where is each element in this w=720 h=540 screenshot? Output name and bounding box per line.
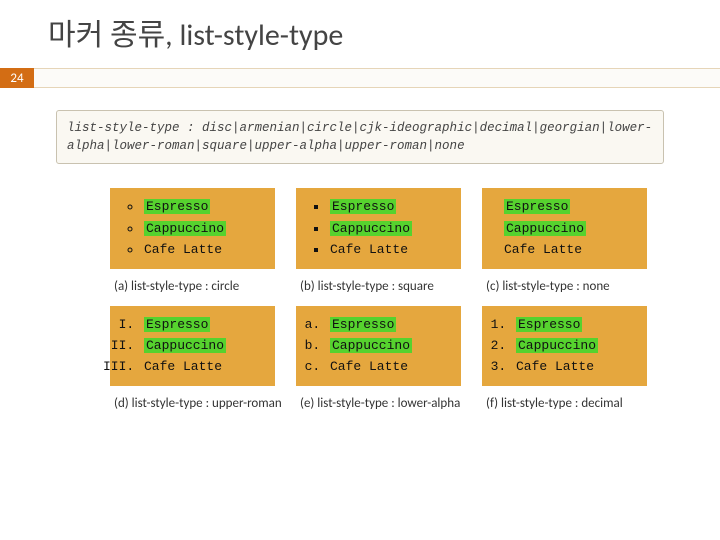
- page-number-badge: 24: [0, 68, 34, 88]
- examples-grid: Espresso Cappuccino Cafe Latte Espresso …: [0, 188, 720, 411]
- list-item: Cafe Latte: [514, 356, 637, 377]
- list-item: Cafe Latte: [328, 239, 451, 260]
- list-item: Cappuccino: [142, 218, 265, 239]
- list-item: Espresso: [328, 196, 451, 217]
- caption-d: (d) list-style-type : upper-roman: [110, 396, 290, 411]
- list-item: Cappuccino: [328, 218, 451, 239]
- caption-a: (a) list-style-type : circle: [110, 279, 290, 294]
- list-item: Espresso: [502, 196, 637, 217]
- page-number-bar: 24: [0, 68, 720, 88]
- caption-c: (c) list-style-type : none: [482, 279, 662, 294]
- slide-title: 마커 종류, list-style-type: [0, 0, 720, 68]
- example-card-square: Espresso Cappuccino Cafe Latte: [296, 188, 461, 268]
- list-item: Espresso: [514, 314, 637, 335]
- example-card-upper-roman: Espresso Cappuccino Cafe Latte: [110, 306, 275, 386]
- list-item: Espresso: [142, 196, 265, 217]
- list-item: Cafe Latte: [502, 239, 637, 260]
- list-item: Cafe Latte: [142, 356, 265, 377]
- list-item: Cappuccino: [142, 335, 265, 356]
- example-card-circle: Espresso Cappuccino Cafe Latte: [110, 188, 275, 268]
- example-card-decimal: Espresso Cappuccino Cafe Latte: [482, 306, 647, 386]
- example-card-none: Espresso Cappuccino Cafe Latte: [482, 188, 647, 268]
- caption-e: (e) list-style-type : lower-alpha: [296, 396, 476, 411]
- divider-line: [34, 68, 720, 88]
- syntax-definition-box: list-style-type : disc|armenian|circle|c…: [56, 110, 664, 164]
- list-item: Cappuccino: [328, 335, 451, 356]
- list-item: Cappuccino: [514, 335, 637, 356]
- list-item: Espresso: [328, 314, 451, 335]
- list-item: Cappuccino: [502, 218, 637, 239]
- list-item: Cafe Latte: [328, 356, 451, 377]
- caption-f: (f) list-style-type : decimal: [482, 396, 662, 411]
- caption-b: (b) list-style-type : square: [296, 279, 476, 294]
- list-item: Cafe Latte: [142, 239, 265, 260]
- example-card-lower-alpha: Espresso Cappuccino Cafe Latte: [296, 306, 461, 386]
- list-item: Espresso: [142, 314, 265, 335]
